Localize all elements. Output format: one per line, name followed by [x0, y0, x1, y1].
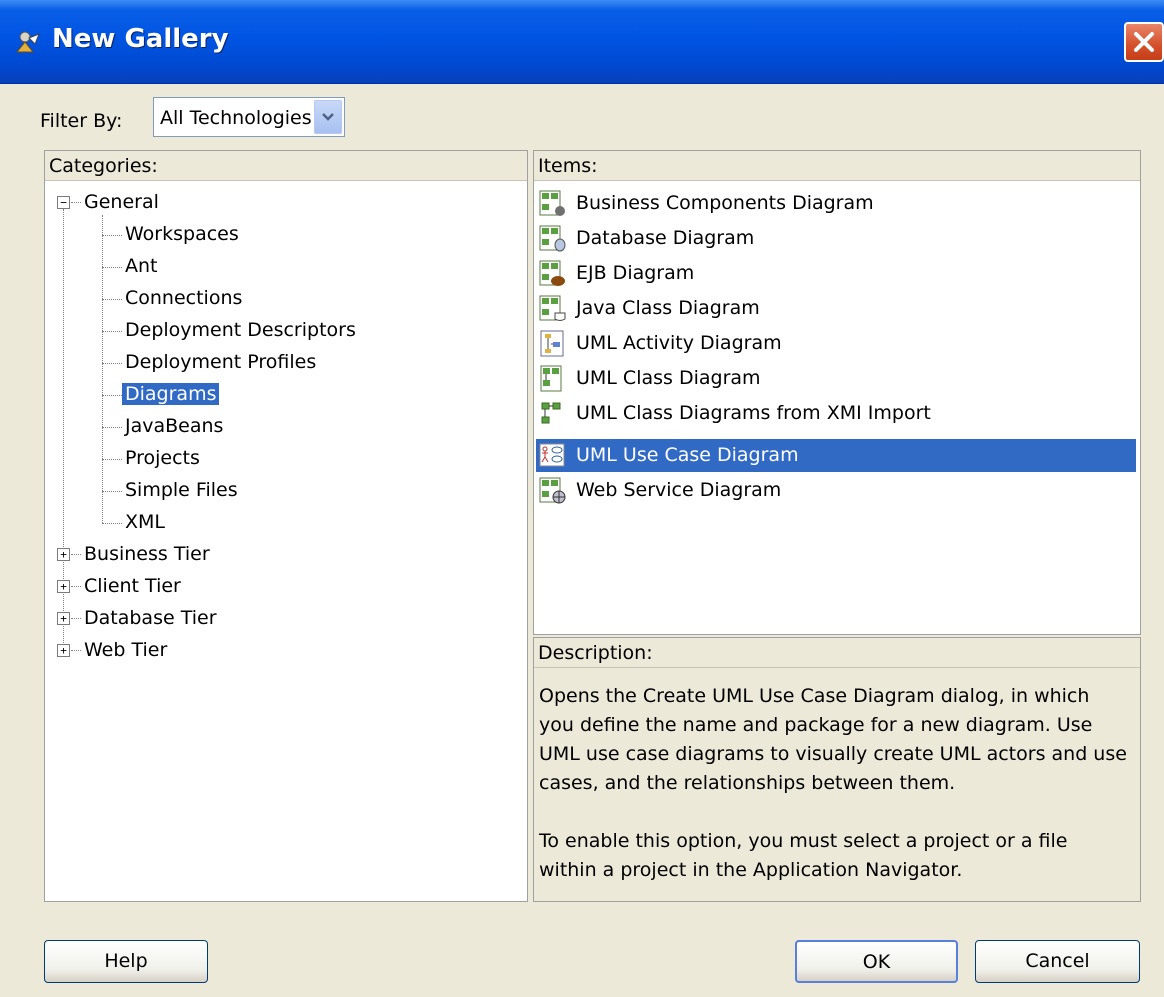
- filter-label: Filter By:: [40, 110, 123, 132]
- tree-item-ant[interactable]: Ant: [45, 253, 525, 281]
- tree-label: Web Tier: [84, 639, 168, 661]
- tree-label: Ant: [125, 255, 158, 277]
- description-paragraph: To enable this option, you must select a…: [539, 830, 1068, 881]
- expand-icon[interactable]: +: [57, 644, 70, 657]
- item-java-class-diagram[interactable]: Java Class Diagram: [536, 292, 1136, 325]
- tree-item-business-tier[interactable]: + Business Tier: [45, 541, 525, 569]
- uml-use-case-diagram-icon: [539, 443, 565, 467]
- tree-connector: [102, 267, 122, 268]
- uml-activity-diagram-icon: [540, 330, 564, 357]
- title-bar[interactable]: New Gallery: [0, 0, 1164, 84]
- item-database-diagram[interactable]: Database Diagram: [536, 222, 1136, 255]
- tree-connector: [102, 427, 122, 428]
- filter-selected-value: All Technologies: [160, 107, 312, 129]
- tree-label: JavaBeans: [125, 415, 224, 437]
- item-label: UML Activity Diagram: [576, 332, 782, 354]
- item-label: Java Class Diagram: [576, 297, 760, 319]
- tree-item-projects[interactable]: Projects: [45, 445, 525, 473]
- tree-connector: [102, 523, 122, 524]
- categories-header: Categories:: [45, 151, 527, 181]
- tree-label: Projects: [125, 447, 200, 469]
- new-gallery-dialog: New Gallery Filter By: All Technologies …: [0, 0, 1164, 997]
- tree-label: XML: [125, 511, 165, 533]
- web-service-diagram-icon: [539, 477, 566, 504]
- tree-connector: [102, 491, 122, 492]
- categories-panel: Categories: − General Workspaces Ant Con…: [44, 150, 528, 902]
- tree-connector: [71, 554, 81, 555]
- ejb-diagram-icon: [539, 260, 565, 286]
- item-uml-activity-diagram[interactable]: UML Activity Diagram: [536, 327, 1136, 360]
- tree-connector: [102, 331, 122, 332]
- tree-connector: [102, 395, 122, 396]
- tree-connector: [71, 586, 81, 587]
- tree-item-connections[interactable]: Connections: [45, 285, 525, 313]
- tree-item-web-tier[interactable]: + Web Tier: [45, 637, 525, 665]
- tree-label: Simple Files: [125, 479, 238, 501]
- description-paragraph: Opens the Create UML Use Case Diagram di…: [539, 685, 1127, 794]
- chevron-down-icon[interactable]: [314, 100, 342, 134]
- tree-item-deployment-profiles[interactable]: Deployment Profiles: [45, 349, 525, 377]
- tree-item-workspaces[interactable]: Workspaces: [45, 221, 525, 249]
- filter-dropdown[interactable]: All Technologies: [153, 97, 345, 137]
- description-panel: Description: Opens the Create UML Use Ca…: [533, 637, 1141, 902]
- tree-item-simple-files[interactable]: Simple Files: [45, 477, 525, 505]
- items-header: Items:: [534, 151, 1140, 181]
- java-class-diagram-icon: [539, 295, 566, 321]
- item-label: Database Diagram: [576, 227, 755, 249]
- items-panel: Items: Business Components Diagram Datab…: [533, 150, 1141, 635]
- expand-icon[interactable]: +: [57, 612, 70, 625]
- item-label: UML Class Diagram: [576, 367, 761, 389]
- item-label: Web Service Diagram: [576, 479, 782, 501]
- gallery-wizard-icon: [15, 31, 40, 53]
- tree-item-javabeans[interactable]: JavaBeans: [45, 413, 525, 441]
- tree-item-diagrams[interactable]: Diagrams: [45, 381, 525, 409]
- close-icon: [1134, 32, 1154, 52]
- tree-label: Workspaces: [125, 223, 239, 245]
- item-xmi-import[interactable]: UML Class Diagrams from XMI Import: [536, 397, 1136, 430]
- collapse-icon[interactable]: −: [57, 196, 70, 209]
- tree-item-deployment-descriptors[interactable]: Deployment Descriptors: [45, 317, 525, 345]
- uml-class-diagram-icon: [540, 365, 562, 392]
- expand-icon[interactable]: +: [57, 548, 70, 561]
- item-web-service-diagram[interactable]: Web Service Diagram: [536, 474, 1136, 507]
- business-components-diagram-icon: [539, 190, 565, 216]
- expand-icon[interactable]: +: [57, 580, 70, 593]
- tree-label: General: [84, 191, 159, 213]
- tree-connector: [102, 235, 122, 236]
- item-label: UML Use Case Diagram: [576, 444, 799, 466]
- tree-label: Deployment Descriptors: [125, 319, 356, 341]
- tree-label: Deployment Profiles: [125, 351, 317, 373]
- tree-item-xml[interactable]: XML: [45, 509, 525, 537]
- item-uml-class-diagram[interactable]: UML Class Diagram: [536, 362, 1136, 395]
- window-title: New Gallery: [52, 24, 229, 54]
- item-label: UML Class Diagrams from XMI Import: [576, 402, 931, 424]
- close-button[interactable]: [1124, 22, 1164, 62]
- item-uml-use-case-diagram[interactable]: UML Use Case Diagram: [536, 439, 1136, 472]
- tree-label-selected: Diagrams: [122, 383, 220, 405]
- description-text: Opens the Create UML Use Case Diagram di…: [539, 682, 1130, 914]
- tree-connector: [102, 299, 122, 300]
- tree-label: Database Tier: [84, 607, 217, 629]
- tree-connector: [71, 202, 81, 203]
- tree-connector: [71, 650, 81, 651]
- tree-connector: [102, 363, 122, 364]
- item-business-components-diagram[interactable]: Business Components Diagram: [536, 187, 1136, 220]
- tree-item-client-tier[interactable]: + Client Tier: [45, 573, 525, 601]
- item-label: EJB Diagram: [576, 262, 695, 284]
- tree-connector: [102, 459, 122, 460]
- xmi-import-diagram-icon: [541, 402, 561, 424]
- cancel-button[interactable]: Cancel: [975, 940, 1140, 983]
- tree-label: Connections: [125, 287, 243, 309]
- tree-label: Client Tier: [84, 575, 181, 597]
- help-button[interactable]: Help: [44, 940, 208, 983]
- database-diagram-icon: [539, 225, 566, 252]
- item-label: Business Components Diagram: [576, 192, 874, 214]
- description-header: Description:: [534, 638, 1140, 668]
- tree-item-database-tier[interactable]: + Database Tier: [45, 605, 525, 633]
- tree-label: Business Tier: [84, 543, 210, 565]
- ok-button[interactable]: OK: [795, 940, 958, 983]
- item-ejb-diagram[interactable]: EJB Diagram: [536, 257, 1136, 290]
- tree-connector: [71, 618, 81, 619]
- tree-item-general[interactable]: − General: [45, 189, 525, 217]
